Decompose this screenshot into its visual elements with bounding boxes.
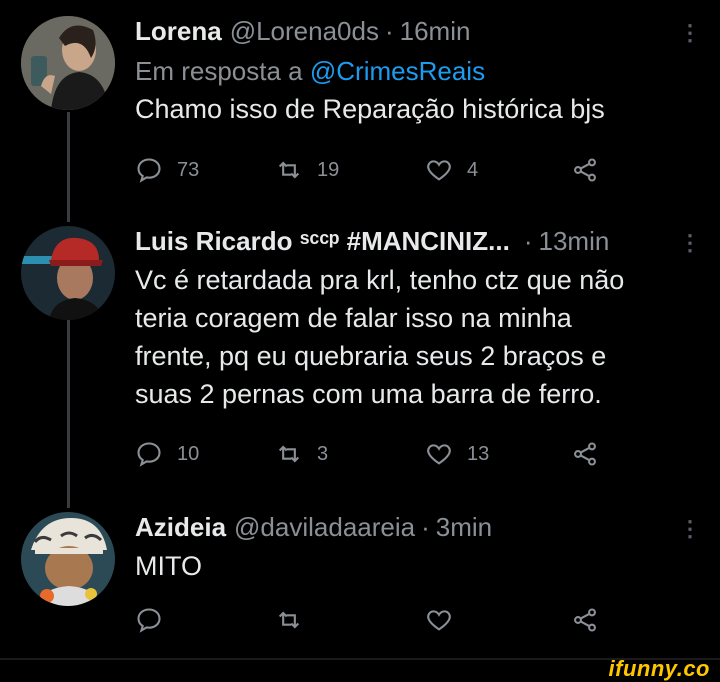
- tweet-header: Lorena @Lorena0ds · 16min: [135, 14, 680, 48]
- timestamp[interactable]: 16min: [400, 14, 471, 48]
- share-icon: [574, 608, 596, 632]
- tweet-text-line: frente, pq eu quebraria seus 2 braços e: [135, 341, 607, 371]
- retweet-button[interactable]: 19: [275, 156, 339, 184]
- tweet-actions: [135, 606, 615, 646]
- reply-button[interactable]: [135, 606, 163, 634]
- avatar[interactable]: [21, 512, 115, 606]
- retweet-button[interactable]: 3: [275, 440, 328, 468]
- retweet-icon: [278, 445, 300, 463]
- tweet-header: Azideia @daviladaareia · 3min: [135, 510, 680, 544]
- more-options-icon[interactable]: ⋮: [679, 20, 701, 46]
- like-count: 4: [467, 158, 479, 181]
- author-name[interactable]: Lorena: [135, 14, 222, 48]
- heart-icon: [427, 160, 451, 181]
- like-button[interactable]: 13: [425, 440, 489, 468]
- avatar[interactable]: [21, 16, 115, 110]
- thread-line: [67, 112, 70, 222]
- share-button[interactable]: [571, 440, 599, 468]
- reply-button[interactable]: 73: [135, 156, 199, 184]
- reply-icon: [137, 442, 161, 467]
- author-handle[interactable]: @Lorena0ds: [230, 14, 379, 48]
- more-options-icon[interactable]: ⋮: [679, 516, 701, 542]
- tweet-text-line: teria coragem de falar isso na minha: [135, 303, 572, 333]
- reply-mention-link[interactable]: @CrimesReais: [310, 56, 485, 86]
- ifunny-watermark: ifunny.co: [608, 656, 710, 681]
- tweet-text: Vc é retardada pra krl, tenho ctz que nã…: [135, 261, 680, 413]
- tweet-text-line: Vc é retardada pra krl, tenho ctz que nã…: [135, 265, 625, 295]
- reply-icon: [137, 608, 161, 633]
- tweet-text: Chamo isso de Reparação histórica bjs: [135, 94, 605, 124]
- tweet-header: Luis Ricardo ˢᶜᶜᵖ #MANCINIZ... · 13min: [135, 224, 680, 258]
- like-count: 13: [467, 442, 490, 465]
- timestamp[interactable]: 3min: [436, 510, 492, 544]
- tweet-actions: 10 3 13: [135, 440, 615, 480]
- timestamp[interactable]: 13min: [539, 224, 610, 258]
- avatar[interactable]: [21, 226, 115, 320]
- separator-dot: ·: [421, 512, 430, 542]
- heart-icon: [427, 444, 451, 465]
- thread-line: [67, 318, 70, 508]
- author-handle[interactable]: @daviladaareia: [234, 510, 415, 544]
- retweet-count: 3: [317, 442, 329, 465]
- heart-icon: [427, 610, 451, 631]
- like-button[interactable]: 4: [425, 156, 478, 184]
- tweet-text-line: suas 2 pernas com uma barra de ferro.: [135, 379, 602, 409]
- tweet-actions: 73 19 4: [135, 156, 615, 196]
- retweet-button[interactable]: [275, 606, 303, 634]
- reply-count: 10: [177, 442, 200, 465]
- reply-prefix: Em resposta a: [135, 56, 303, 86]
- retweet-icon: [278, 611, 300, 629]
- author-name[interactable]: Azideia: [135, 510, 226, 544]
- separator-dot: ·: [384, 16, 394, 46]
- separator-dot: ·: [523, 226, 533, 256]
- more-options-icon[interactable]: ⋮: [679, 230, 701, 256]
- share-icon: [574, 158, 596, 182]
- share-icon: [574, 442, 596, 466]
- author-name[interactable]: Luis Ricardo ˢᶜᶜᵖ #MANCINIZ...: [135, 224, 510, 258]
- retweet-count: 19: [317, 158, 340, 181]
- reply-icon: [137, 158, 161, 183]
- share-button[interactable]: [571, 606, 599, 634]
- reply-button[interactable]: 10: [135, 440, 199, 468]
- share-button[interactable]: [571, 156, 599, 184]
- tweet-text: MITO: [135, 551, 202, 581]
- like-button[interactable]: [425, 606, 453, 634]
- reply-context: Em resposta a @CrimesReais: [135, 54, 680, 88]
- reply-count: 73: [177, 158, 200, 181]
- retweet-icon: [278, 161, 300, 179]
